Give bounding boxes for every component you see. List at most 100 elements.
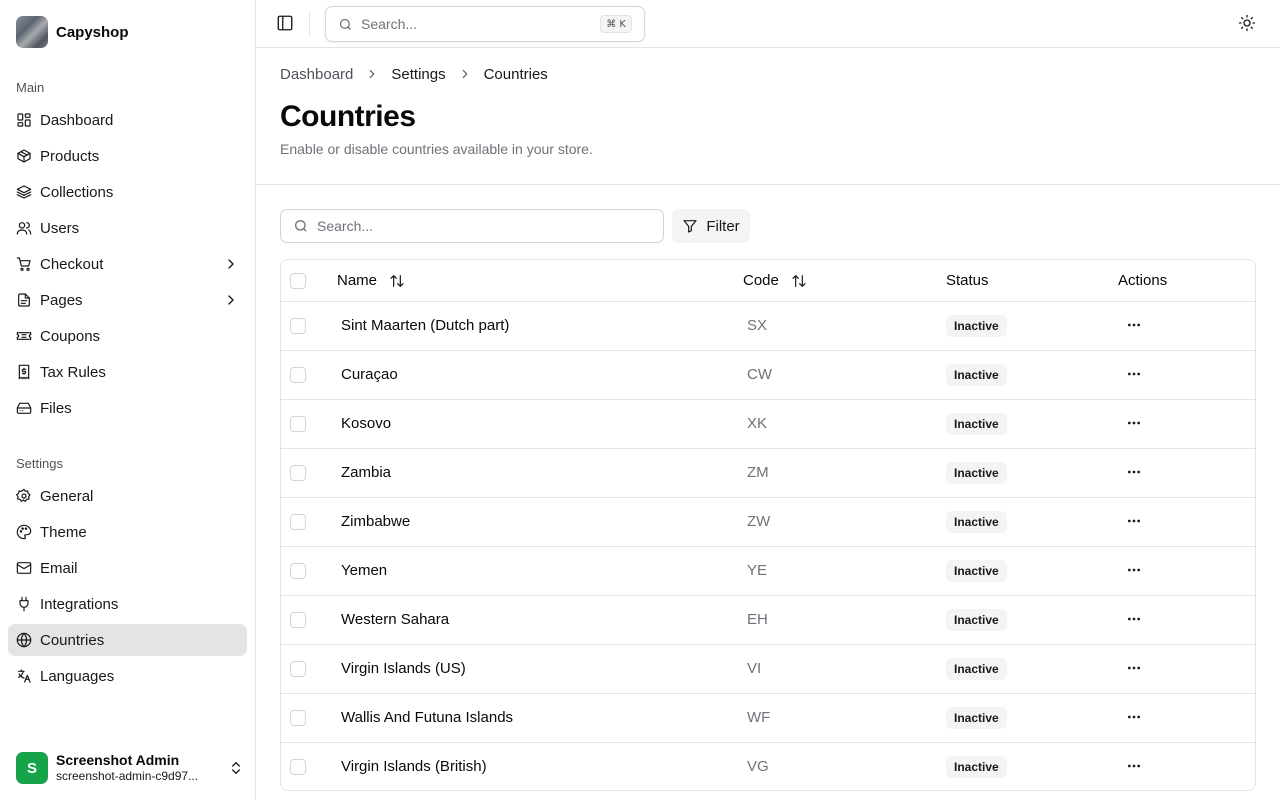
column-header-code[interactable]: Code xyxy=(743,272,807,289)
sidebar-item-label: Products xyxy=(40,147,100,165)
chevrons-up-down-icon xyxy=(228,760,244,776)
sidebar-item-collections[interactable]: Collections xyxy=(8,176,247,208)
country-name: Curaçao xyxy=(341,366,398,383)
country-name: Kosovo xyxy=(341,415,392,432)
row-checkbox[interactable] xyxy=(290,514,306,530)
row-checkbox[interactable] xyxy=(290,661,306,677)
country-code: VG xyxy=(747,758,769,775)
column-header-name[interactable]: Name xyxy=(337,272,405,289)
sidebar-item-integrations[interactable]: Integrations xyxy=(8,588,247,620)
row-checkbox[interactable] xyxy=(290,318,306,334)
select-all-checkbox[interactable] xyxy=(290,273,306,289)
row-actions-button[interactable] xyxy=(1123,461,1145,483)
sidebar-item-general[interactable]: General xyxy=(8,480,247,512)
row-actions-button[interactable] xyxy=(1123,755,1145,777)
table-search-input[interactable] xyxy=(317,218,637,234)
row-checkbox[interactable] xyxy=(290,563,306,579)
global-search-input[interactable]: Search... ⌘ K xyxy=(325,6,645,42)
column-header-status: Status xyxy=(946,272,989,289)
sidebar-item-products[interactable]: Products xyxy=(8,140,247,172)
table-row[interactable]: Zambia ZM Inactive xyxy=(281,449,1255,498)
sidebar-item-tax-rules[interactable]: Tax Rules xyxy=(8,356,247,388)
sidebar-item-coupons[interactable]: Coupons xyxy=(8,320,247,352)
table-row[interactable]: Curaçao CW Inactive xyxy=(281,351,1255,400)
sidebar-item-label: Files xyxy=(40,399,72,417)
sidebar-item-checkout[interactable]: Checkout xyxy=(8,248,247,280)
sidebar-item-pages[interactable]: Pages xyxy=(8,284,247,316)
country-code: ZW xyxy=(747,513,771,530)
user-menu[interactable]: S Screenshot Admin screenshot-admin-c9d9… xyxy=(16,752,244,784)
sidebar-item-languages[interactable]: Languages xyxy=(8,660,247,692)
row-checkbox[interactable] xyxy=(290,465,306,481)
ticket-icon xyxy=(16,328,32,344)
breadcrumb-settings[interactable]: Settings xyxy=(391,66,445,83)
sidebar-item-label: Languages xyxy=(40,667,115,685)
row-checkbox[interactable] xyxy=(290,367,306,383)
sidebar-item-files[interactable]: Files xyxy=(8,392,247,424)
page-title: Countries xyxy=(280,100,416,133)
country-name: Zimbabwe xyxy=(341,513,411,530)
row-checkbox[interactable] xyxy=(290,612,306,628)
row-checkbox[interactable] xyxy=(290,416,306,432)
sidebar-item-dashboard[interactable]: Dashboard xyxy=(8,104,247,136)
sidebar-item-label: Checkout xyxy=(40,255,104,273)
brand[interactable]: Capyshop xyxy=(16,16,129,48)
sidebar-item-label: Users xyxy=(40,219,80,237)
sidebar-item-label: Tax Rules xyxy=(40,363,106,381)
column-label: Status xyxy=(946,272,989,289)
row-actions-button[interactable] xyxy=(1123,363,1145,385)
row-actions-button[interactable] xyxy=(1123,510,1145,532)
table-search xyxy=(280,209,664,243)
status-badge: Inactive xyxy=(946,413,1007,435)
sidebar-item-label: Email xyxy=(40,559,78,577)
sort-icon xyxy=(389,273,405,289)
filter-button[interactable]: Filter xyxy=(672,209,750,243)
sun-icon xyxy=(1238,14,1256,32)
palette-icon xyxy=(16,524,32,540)
sidebar-item-theme[interactable]: Theme xyxy=(8,516,247,548)
table-row[interactable]: Western Sahara EH Inactive xyxy=(281,596,1255,645)
keyboard-shortcut: ⌘ K xyxy=(600,15,632,33)
file-icon xyxy=(16,292,32,308)
plug-icon xyxy=(16,596,32,612)
status-badge: Inactive xyxy=(946,560,1007,582)
cart-icon xyxy=(16,256,32,272)
status-badge: Inactive xyxy=(946,315,1007,337)
row-actions-button[interactable] xyxy=(1123,657,1145,679)
table-row[interactable]: Zimbabwe ZW Inactive xyxy=(281,498,1255,547)
filter-icon xyxy=(683,220,697,233)
table-row[interactable]: Wallis And Futuna Islands WF Inactive xyxy=(281,694,1255,743)
chevron-right-icon xyxy=(365,67,379,81)
sidebar-item-users[interactable]: Users xyxy=(8,212,247,244)
filter-label: Filter xyxy=(706,217,740,235)
country-code: WF xyxy=(747,709,771,726)
column-label: Actions xyxy=(1118,272,1168,289)
row-checkbox[interactable] xyxy=(290,759,306,775)
row-actions-button[interactable] xyxy=(1123,608,1145,630)
dashboard-icon xyxy=(16,112,32,128)
table-row[interactable]: Yemen YE Inactive xyxy=(281,547,1255,596)
more-horizontal-icon xyxy=(1128,421,1140,425)
table-row[interactable]: Sint Maarten (Dutch part) SX Inactive xyxy=(281,302,1255,351)
sidebar-item-countries[interactable]: Countries xyxy=(8,624,247,656)
capybara-logo xyxy=(16,16,48,48)
row-actions-button[interactable] xyxy=(1123,706,1145,728)
theme-toggle-button[interactable] xyxy=(1238,14,1258,34)
sidebar-item-email[interactable]: Email xyxy=(8,552,247,584)
sidebar-toggle-button[interactable] xyxy=(276,14,296,34)
receipt-icon xyxy=(16,364,32,380)
row-actions-button[interactable] xyxy=(1123,314,1145,336)
table-row[interactable]: Virgin Islands (US) VI Inactive xyxy=(281,645,1255,694)
country-name: Virgin Islands (US) xyxy=(341,660,466,677)
status-badge: Inactive xyxy=(946,658,1007,680)
more-horizontal-icon xyxy=(1128,470,1140,474)
row-actions-button[interactable] xyxy=(1123,412,1145,434)
status-badge: Inactive xyxy=(946,364,1007,386)
divider xyxy=(256,184,1280,185)
table-row[interactable]: Kosovo XK Inactive xyxy=(281,400,1255,449)
row-checkbox[interactable] xyxy=(290,710,306,726)
breadcrumb-dashboard[interactable]: Dashboard xyxy=(280,66,353,83)
chevron-right-icon xyxy=(458,67,472,81)
table-row[interactable]: Virgin Islands (British) VG Inactive xyxy=(281,743,1255,790)
row-actions-button[interactable] xyxy=(1123,559,1145,581)
